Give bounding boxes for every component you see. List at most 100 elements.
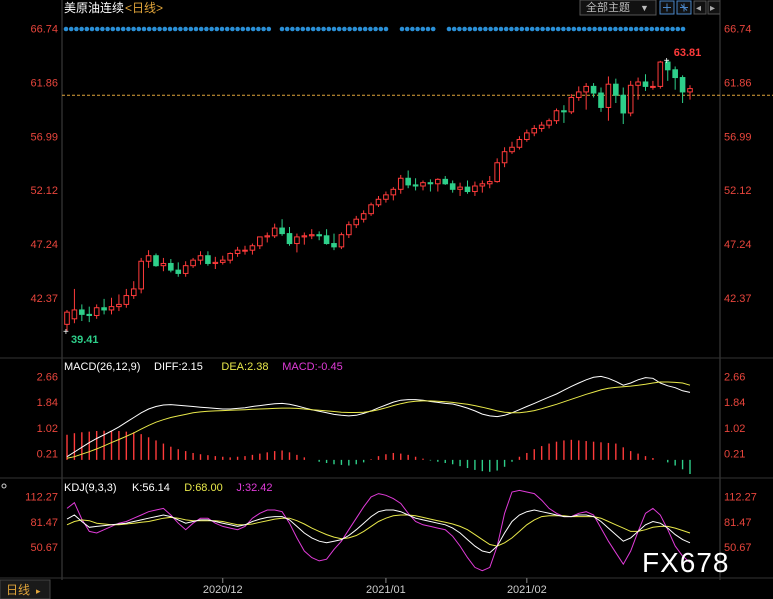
event-dot [493, 26, 499, 32]
event-dot [415, 26, 420, 32]
macd-title: MACD(26,12,9) [64, 361, 140, 373]
event-dot [120, 26, 126, 32]
event-dot [545, 26, 551, 32]
candle-body [390, 188, 397, 196]
candle-body [605, 83, 612, 108]
event-dot [152, 26, 157, 32]
candle-body [79, 309, 85, 315]
event-dot [592, 26, 597, 32]
max-price-label: 63.81 [674, 47, 702, 59]
event-dot [178, 26, 183, 32]
event-dot [425, 26, 431, 32]
event-dot [126, 26, 131, 32]
period-label: <日线> [125, 1, 163, 15]
candle-body [412, 184, 419, 187]
candle-body [308, 234, 315, 237]
candle-body [64, 311, 70, 325]
event-dot [633, 26, 639, 32]
event-dot [110, 26, 116, 32]
candle-body [405, 177, 411, 186]
candle-body [145, 255, 152, 262]
price-tick-right-2: 56.99 [724, 131, 752, 143]
candle-body [635, 81, 641, 86]
candle-body [627, 84, 634, 114]
candle-body [338, 234, 345, 248]
event-dot [204, 26, 209, 32]
candle-body [561, 110, 567, 113]
macd-tick-right-0: 2.66 [724, 371, 745, 383]
candle-body [249, 245, 256, 251]
price-tick-left-1: 61.86 [30, 77, 58, 89]
event-dot [261, 26, 266, 32]
event-dot [665, 26, 670, 32]
min-price-label: 39.41 [71, 334, 99, 346]
event-dot [342, 26, 347, 32]
kdj-tick-left-2: 50.67 [30, 542, 58, 554]
candle-body [397, 177, 404, 190]
event-dot [157, 26, 162, 32]
candle-body [205, 255, 211, 264]
nav-right-button[interactable]: ▸ [707, 0, 721, 15]
candle-body [442, 178, 449, 185]
event-dot [483, 26, 488, 32]
candle-body [687, 88, 693, 93]
event-dot [183, 26, 188, 32]
candle-body [568, 96, 575, 113]
candle-body [472, 185, 478, 193]
period-tab[interactable]: 日线 ▸ [0, 579, 51, 599]
event-dot [284, 26, 290, 32]
arrow-left-icon: ◂ [696, 3, 701, 14]
candle-body [360, 213, 367, 220]
event-dot [321, 26, 326, 32]
candle-body [583, 85, 589, 93]
dea-line [66, 381, 691, 459]
event-dot [193, 26, 199, 32]
candle-body [420, 182, 426, 187]
event-dot [146, 26, 152, 32]
event-dot [100, 26, 105, 32]
candle-body [375, 198, 382, 206]
event-dot [555, 26, 561, 32]
macd-tick-right-1: 1.84 [724, 397, 745, 409]
crosshair-tool-button[interactable] [659, 0, 675, 15]
price-tick-left-5: 42.37 [30, 293, 58, 305]
candle-body [242, 249, 248, 252]
candle-body [101, 307, 107, 311]
diff-line [66, 375, 691, 458]
event-dot [597, 26, 603, 32]
candle-body [316, 234, 322, 237]
event-dot [378, 26, 384, 32]
event-dot [477, 26, 483, 32]
chart-svg: 美原油连续 <日线> 全部主题 ▼ ◂ ▸ 66.74 66.74 61.86 61.… [0, 0, 773, 599]
nav-left-button[interactable]: ◂ [693, 0, 707, 15]
candle-body [613, 83, 619, 96]
event-dot [115, 26, 121, 32]
event-dot [550, 26, 556, 32]
candle-body [286, 233, 293, 245]
zoom-tool-button[interactable] [676, 0, 692, 15]
symbol-title: 美原油连续 [64, 0, 124, 15]
candle-body [368, 204, 374, 215]
theme-dropdown[interactable]: 全部主题 ▼ [579, 0, 657, 16]
event-dot [167, 26, 173, 32]
event-dot [347, 26, 352, 32]
price-tick-right-1: 61.86 [724, 77, 752, 89]
event-dot [467, 26, 473, 32]
candle-body [182, 265, 189, 274]
event-dot [245, 26, 251, 32]
macd-panel: MACD(26,12,9) DIFF:2.15 DEA:2.38 MACD:-0.45… [37, 361, 745, 474]
event-dot [250, 26, 256, 32]
candle-body [449, 183, 456, 190]
candle-body [501, 151, 508, 164]
event-dot [224, 26, 230, 32]
candle-body [524, 132, 530, 141]
event-dot [131, 26, 136, 32]
event-dot [462, 26, 467, 32]
candle-body [257, 236, 263, 247]
candle-body [531, 127, 538, 134]
event-dot [509, 26, 514, 32]
candle-body [546, 120, 552, 126]
candle-body [479, 183, 486, 187]
candle-body [175, 269, 182, 274]
event-dot [68, 26, 74, 32]
